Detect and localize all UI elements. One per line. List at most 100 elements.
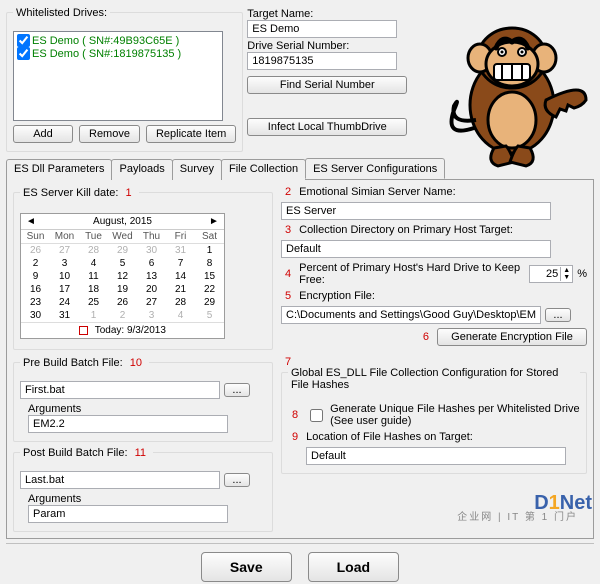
calendar-day[interactable]: 13: [137, 270, 166, 283]
calendar-day[interactable]: 31: [166, 244, 195, 257]
pre-file-input[interactable]: [20, 381, 220, 399]
calendar-day[interactable]: 4: [166, 309, 195, 322]
generate-enc-button[interactable]: Generate Encryption File: [437, 328, 587, 346]
pre-build-group: Pre Build Batch File: 10 ... Arguments: [13, 362, 273, 442]
calendar-day[interactable]: 30: [21, 309, 50, 322]
calendar-day[interactable]: 25: [79, 296, 108, 309]
marker-6: 6: [423, 331, 429, 343]
find-serial-button[interactable]: Find Serial Number: [247, 76, 407, 94]
calendar-day[interactable]: 9: [21, 270, 50, 283]
calendar-day[interactable]: 1: [79, 309, 108, 322]
calendar-day[interactable]: 3: [137, 309, 166, 322]
server-name-input[interactable]: [281, 202, 551, 220]
loc-input[interactable]: [306, 447, 566, 465]
unique-hash-label: Generate Unique File Hashes per Whitelis…: [330, 403, 580, 427]
remove-button[interactable]: Remove: [79, 125, 140, 143]
coll-dir-input[interactable]: [281, 240, 551, 258]
drive-label: ES Demo ( SN#:1819875135 ): [32, 48, 181, 60]
calendar-day[interactable]: 6: [137, 257, 166, 270]
load-button[interactable]: Load: [308, 552, 399, 582]
calendar-day[interactable]: 28: [166, 296, 195, 309]
post-build-group: Post Build Batch File: 11 ... Arguments: [13, 452, 273, 532]
next-month-icon[interactable]: ►: [208, 216, 220, 227]
calendar-day[interactable]: 27: [137, 296, 166, 309]
calendar-day[interactable]: 17: [50, 283, 79, 296]
post-args-input[interactable]: [28, 505, 228, 523]
calendar-day[interactable]: 1: [195, 244, 224, 257]
infect-button[interactable]: Infect Local ThumbDrive: [247, 118, 407, 136]
calendar-day[interactable]: 30: [137, 244, 166, 257]
post-file-input[interactable]: [20, 471, 220, 489]
calendar-day[interactable]: 16: [21, 283, 50, 296]
calendar-day[interactable]: 12: [108, 270, 137, 283]
calendar-day[interactable]: 29: [108, 244, 137, 257]
pre-args-label: Arguments: [28, 403, 266, 415]
calendar-day[interactable]: 28: [79, 244, 108, 257]
whitelist-listbox[interactable]: ES Demo ( SN#:49B93C65E ) ES Demo ( SN#:…: [13, 31, 223, 121]
calendar[interactable]: ◄ August, 2015 ► SunMonTueWedThuFriSat 2…: [20, 213, 225, 339]
global-hash-group: Global ES_DLL File Collection Configurat…: [281, 372, 587, 474]
bottom-bar: Save Load: [6, 543, 594, 584]
calendar-day[interactable]: 23: [21, 296, 50, 309]
add-button[interactable]: Add: [13, 125, 73, 143]
calendar-day[interactable]: 22: [195, 283, 224, 296]
calendar-day[interactable]: 24: [50, 296, 79, 309]
calendar-day[interactable]: 7: [166, 257, 195, 270]
marker-5: 5: [285, 290, 291, 302]
enc-browse-button[interactable]: ...: [545, 308, 571, 322]
calendar-day[interactable]: 5: [108, 257, 137, 270]
replicate-button[interactable]: Replicate Item: [146, 125, 236, 143]
calendar-day[interactable]: 5: [195, 309, 224, 322]
calendar-day[interactable]: 27: [50, 244, 79, 257]
calendar-day[interactable]: 4: [79, 257, 108, 270]
tab-server-config[interactable]: ES Server Configurations: [305, 158, 445, 179]
tab-dll-params[interactable]: ES Dll Parameters: [6, 159, 112, 180]
calendar-day[interactable]: 19: [108, 283, 137, 296]
calendar-day[interactable]: 14: [166, 270, 195, 283]
calendar-day[interactable]: 18: [79, 283, 108, 296]
calendar-day[interactable]: 15: [195, 270, 224, 283]
list-item[interactable]: ES Demo ( SN#:49B93C65E ): [16, 34, 220, 47]
pct-input[interactable]: [530, 268, 560, 280]
calendar-day[interactable]: 2: [21, 257, 50, 270]
calendar-dow: Mon: [50, 230, 79, 244]
spin-up-icon[interactable]: ▲: [561, 267, 572, 274]
calendar-day[interactable]: 8: [195, 257, 224, 270]
post-browse-button[interactable]: ...: [224, 473, 250, 487]
drive-checkbox[interactable]: [17, 34, 30, 47]
list-item[interactable]: ES Demo ( SN#:1819875135 ): [16, 47, 220, 60]
calendar-day[interactable]: 20: [137, 283, 166, 296]
calendar-day[interactable]: 26: [21, 244, 50, 257]
unique-hash-checkbox[interactable]: [310, 409, 323, 422]
save-button[interactable]: Save: [201, 552, 292, 582]
calendar-day[interactable]: 11: [79, 270, 108, 283]
marker-1: 1: [125, 187, 131, 199]
drive-checkbox[interactable]: [17, 47, 30, 60]
calendar-day[interactable]: 3: [50, 257, 79, 270]
marker-3: 3: [285, 224, 291, 236]
calendar-day[interactable]: 26: [108, 296, 137, 309]
pre-args-input[interactable]: [28, 415, 228, 433]
pct-spinner[interactable]: ▲▼: [529, 265, 573, 283]
marker-11: 11: [135, 447, 146, 459]
tab-file-collection[interactable]: File Collection: [221, 159, 306, 180]
prev-month-icon[interactable]: ◄: [25, 216, 37, 227]
serial-input[interactable]: [247, 52, 397, 70]
calendar-day[interactable]: 2: [108, 309, 137, 322]
today-label[interactable]: Today: 9/3/2013: [95, 325, 166, 336]
pre-browse-button[interactable]: ...: [224, 383, 250, 397]
calendar-day[interactable]: 31: [50, 309, 79, 322]
marker-4: 4: [285, 268, 291, 280]
spin-down-icon[interactable]: ▼: [561, 274, 572, 281]
tab-payloads[interactable]: Payloads: [111, 159, 172, 180]
kill-date-label: ES Server Kill date:: [23, 187, 118, 199]
target-name-input[interactable]: [247, 20, 397, 38]
calendar-day[interactable]: 29: [195, 296, 224, 309]
tab-survey[interactable]: Survey: [172, 159, 222, 180]
enc-file-input[interactable]: [281, 306, 541, 324]
calendar-day[interactable]: 10: [50, 270, 79, 283]
calendar-month[interactable]: August, 2015: [93, 216, 152, 227]
calendar-day[interactable]: 21: [166, 283, 195, 296]
watermark-sub: 企业网 | IT 第 1 门户: [457, 508, 578, 523]
calendar-dow: Sat: [195, 230, 224, 244]
